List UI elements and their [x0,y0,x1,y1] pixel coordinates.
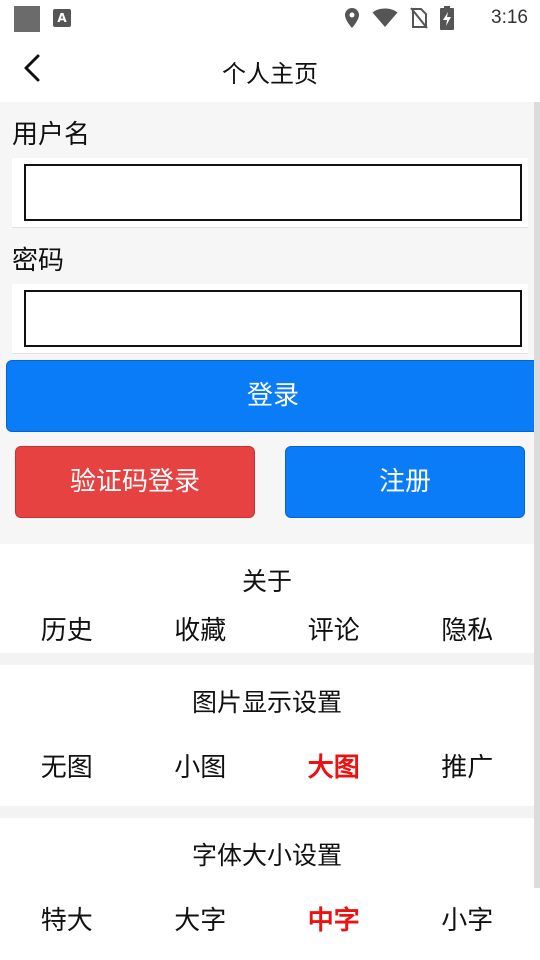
register-button[interactable]: 注册 [285,446,525,518]
status-bar: A 3:16 [0,0,540,36]
font-option-small[interactable]: 小字 [401,900,535,937]
image-option-large[interactable]: 大图 [267,747,401,784]
app-notification-icon: A [53,9,71,27]
image-option-small[interactable]: 小图 [134,747,268,784]
notification-square-icon [14,6,40,32]
password-label: 密码 [12,246,65,276]
battery-charging-icon [440,6,454,30]
page-title: 个人主页 [222,60,318,88]
wifi-icon [372,8,398,27]
font-settings-title: 字体大小设置 [191,841,342,870]
section-divider [0,653,534,665]
font-option-xlarge[interactable]: 特大 [0,900,134,937]
about-item-history[interactable]: 历史 [0,610,134,647]
about-title: 关于 [241,567,292,596]
image-option-none[interactable]: 无图 [0,747,134,784]
font-settings-row: 特大 大字 中字 小字 [0,900,534,937]
password-field-wrap [12,284,528,354]
login-panel: 用户名 密码 登录 验证码登录 注册 [0,102,540,544]
username-field-wrap [12,158,528,228]
about-row: 历史 收藏 评论 隐私 [0,610,534,647]
status-icons [344,6,454,30]
nav-bar: 个人主页 [0,36,540,102]
code-login-button[interactable]: 验证码登录 [15,446,255,518]
font-option-large[interactable]: 大字 [134,900,268,937]
scrollbar[interactable] [534,102,540,888]
username-input[interactable] [24,164,522,221]
login-button[interactable]: 登录 [6,360,540,432]
image-option-promo[interactable]: 推广 [401,747,535,784]
image-settings-title: 图片显示设置 [191,688,342,717]
section-divider [0,806,534,818]
about-item-favorites[interactable]: 收藏 [134,610,268,647]
no-sim-icon [410,7,428,29]
font-settings-section: 字体大小设置 特大 大字 中字 小字 [0,818,534,960]
status-time: 3:16 [491,7,528,28]
about-item-comments[interactable]: 评论 [267,610,401,647]
image-settings-section: 图片显示设置 无图 小图 大图 推广 [0,665,534,806]
about-item-privacy[interactable]: 隐私 [401,610,535,647]
image-settings-row: 无图 小图 大图 推广 [0,747,534,784]
screen: A 3:16 个人主页 用户名 密码 登录 验证码登录 注册 关于 历史 收藏 … [0,0,540,960]
username-label: 用户名 [12,120,91,150]
about-section: 关于 历史 收藏 评论 隐私 [0,544,534,653]
location-icon [345,8,359,28]
font-option-medium[interactable]: 中字 [267,900,401,937]
password-input[interactable] [24,290,522,347]
